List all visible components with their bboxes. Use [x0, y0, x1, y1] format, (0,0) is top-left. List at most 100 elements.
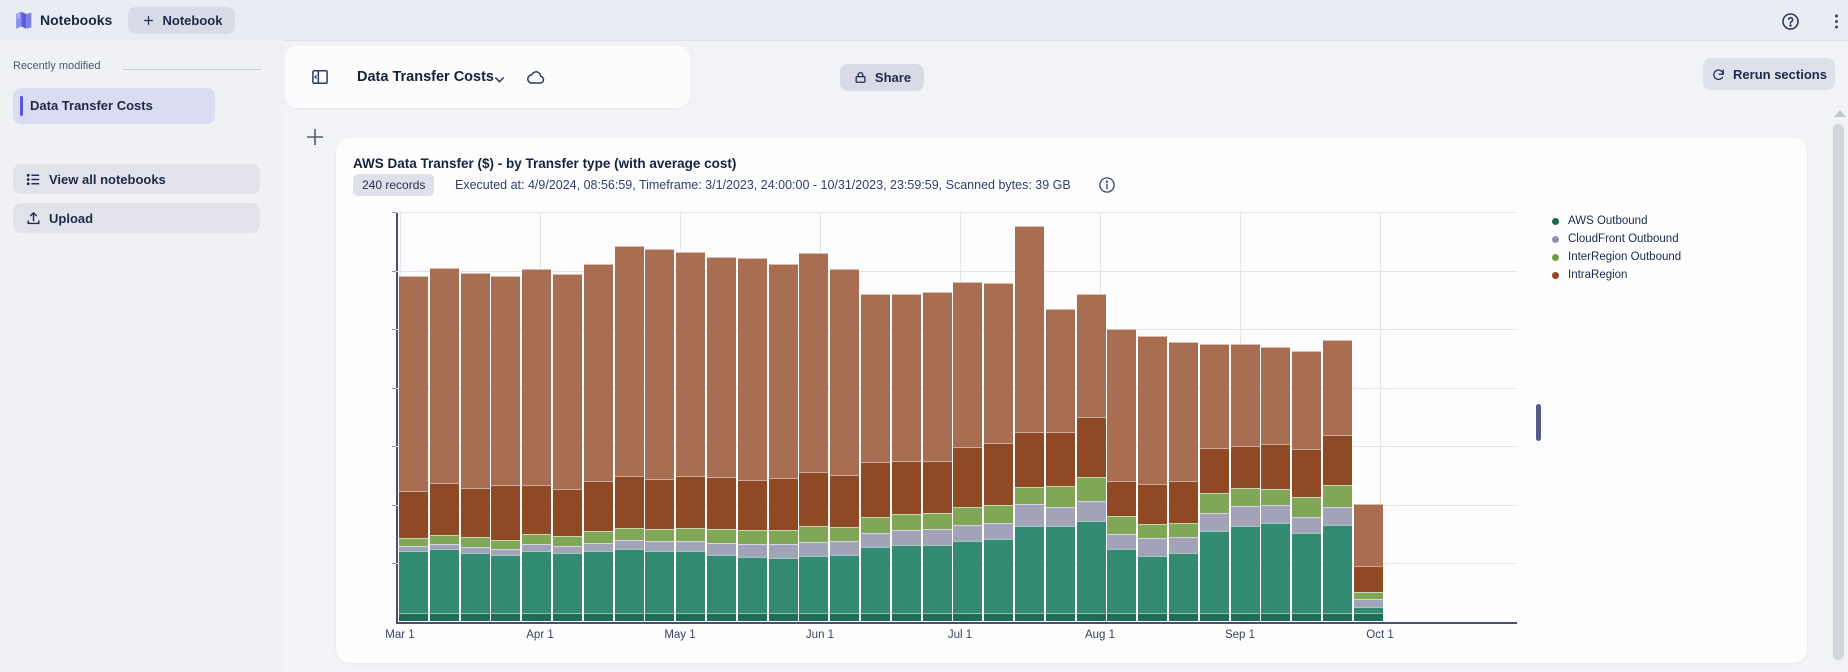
intraregion_dark-segment	[399, 491, 428, 538]
section-title: AWS Data Transfer ($) - by Transfer type…	[353, 156, 737, 171]
aws_outbound_dark-segment	[1323, 613, 1352, 621]
aws_outbound_light-segment	[553, 553, 582, 613]
share-button[interactable]: Share	[840, 64, 924, 91]
page-scrollbar-thumb[interactable]	[1833, 124, 1844, 660]
interregion_outbound-segment	[1015, 487, 1044, 504]
execution-meta-text: Executed at: 4/9/2024, 08:56:59, Timefra…	[455, 178, 1071, 192]
legend-dot-icon	[1552, 235, 1559, 243]
chart-plot-area: Mar 1 Apr 1 May 1 Jun 1 Jul 1 Aug 1 Sep 1 Oct 1	[385, 212, 1517, 641]
aws_outbound_light-segment	[922, 545, 952, 613]
intraregion_dark-segment	[1292, 449, 1322, 497]
intraregion_dark-segment	[861, 462, 890, 517]
interregion_outbound-segment	[491, 540, 521, 549]
intraregion_dark-segment	[707, 477, 736, 529]
kebab-menu-icon[interactable]	[1827, 12, 1846, 31]
interregion_outbound-segment	[953, 507, 983, 525]
recently-modified-label: Recently modified	[13, 60, 101, 72]
chart-legend: AWS Outbound CloudFront Outbound InterRegi…	[1552, 212, 1681, 284]
intraregion_light-segment	[768, 264, 798, 478]
sidebar: Recently modified Data Transfer Costs Vi…	[0, 40, 283, 672]
legend-item[interactable]: AWS Outbound	[1552, 212, 1681, 230]
chevron-down-icon[interactable]	[492, 72, 507, 87]
interregion_outbound-segment	[553, 536, 582, 546]
aws_outbound_light-segment	[1292, 533, 1322, 613]
x-axis-label: Aug 1	[1084, 629, 1116, 641]
stacked-bar	[891, 294, 921, 621]
intraregion_light-segment	[522, 269, 552, 485]
view-all-notebooks-button[interactable]: View all notebooks	[13, 164, 260, 194]
stacked-bar	[583, 264, 613, 621]
info-icon[interactable]	[1098, 176, 1116, 194]
cloudfront_outbound-segment	[645, 541, 675, 551]
interregion_outbound-segment	[583, 531, 613, 543]
intraregion_light-segment	[861, 294, 890, 462]
cloud-sync-icon[interactable]	[525, 68, 547, 88]
intraregion_dark-segment	[645, 479, 675, 529]
aws_outbound_light-segment	[830, 555, 860, 613]
x-axis-label: Sep 1	[1224, 629, 1256, 641]
sidebar-item-data-transfer-costs[interactable]: Data Transfer Costs	[13, 88, 215, 124]
intraregion_dark-segment	[984, 443, 1014, 505]
aws_outbound_dark-segment	[645, 613, 675, 621]
intraregion_dark-segment	[1323, 435, 1352, 485]
app-window: Notebooks Notebook Recently modified Dat	[0, 0, 1848, 672]
aws_outbound_light-segment	[522, 551, 552, 613]
scrollbar-up-arrow-icon[interactable]	[1834, 110, 1846, 117]
list-icon	[25, 171, 42, 188]
interregion_outbound-segment	[1138, 524, 1168, 538]
new-notebook-button[interactable]: Notebook	[128, 7, 235, 34]
interregion_outbound-segment	[768, 530, 798, 544]
cloudfront_outbound-segment	[583, 543, 613, 551]
cloudfront_outbound-segment	[768, 544, 798, 558]
stacked-bar	[861, 294, 890, 621]
legend-item[interactable]: IntraRegion	[1552, 266, 1681, 284]
x-axis-label: Jul 1	[947, 629, 973, 641]
intraregion_light-segment	[799, 253, 829, 472]
cloudfront_outbound-segment	[1292, 517, 1322, 533]
cloudfront_outbound-segment	[707, 543, 736, 555]
intraregion_light-segment	[583, 264, 613, 481]
aws_outbound_light-segment	[861, 547, 890, 613]
x-axis-label: May 1	[664, 629, 696, 641]
stacked-bar	[984, 283, 1014, 621]
intraregion_dark-segment	[1045, 432, 1075, 486]
intraregion_light-segment	[645, 249, 675, 479]
upload-icon	[25, 210, 42, 227]
stacked-bar	[737, 258, 767, 621]
cloudfront_outbound-segment	[1076, 501, 1106, 521]
interregion_outbound-segment	[1230, 488, 1260, 506]
help-icon[interactable]	[1781, 12, 1800, 31]
aws_outbound_dark-segment	[614, 613, 644, 621]
legend-item[interactable]: CloudFront Outbound	[1552, 230, 1681, 248]
stacked-bar	[676, 252, 706, 621]
aws_outbound_dark-segment	[768, 613, 798, 621]
cloudfront_outbound-segment	[1323, 507, 1352, 525]
stacked-bar	[614, 246, 644, 621]
aws_outbound_light-segment	[1261, 523, 1291, 613]
rerun-sections-button[interactable]: Rerun sections	[1703, 58, 1835, 90]
intraregion_light-segment	[1169, 342, 1198, 481]
intraregion_light-segment	[460, 273, 490, 488]
intraregion_light-segment	[399, 276, 428, 491]
intraregion_light-segment	[491, 276, 521, 485]
aws_outbound_dark-segment	[1015, 613, 1044, 621]
aws_outbound_light-segment	[399, 551, 428, 613]
intraregion_light-segment	[1076, 294, 1106, 417]
intraregion_dark-segment	[1261, 444, 1291, 489]
aws_outbound_dark-segment	[1045, 613, 1075, 621]
upload-button[interactable]: Upload	[13, 203, 260, 233]
section-scrollbar-thumb[interactable]	[1536, 404, 1541, 441]
cloudfront_outbound-segment	[1169, 537, 1198, 553]
aws_outbound_dark-segment	[830, 613, 860, 621]
legend-item[interactable]: InterRegion Outbound	[1552, 248, 1681, 266]
aws_outbound_light-segment	[799, 556, 829, 613]
intraregion_dark-segment	[768, 478, 798, 530]
add-section-button[interactable]	[303, 125, 327, 149]
notebook-title[interactable]: Data Transfer Costs	[357, 69, 494, 85]
collapse-panel-icon[interactable]	[310, 67, 330, 87]
aws_outbound_dark-segment	[553, 613, 582, 621]
intraregion_light-segment	[1045, 309, 1075, 432]
aws_outbound_dark-segment	[491, 613, 521, 621]
cloudfront_outbound-segment	[799, 542, 829, 556]
aws_outbound_light-segment	[1169, 553, 1198, 613]
